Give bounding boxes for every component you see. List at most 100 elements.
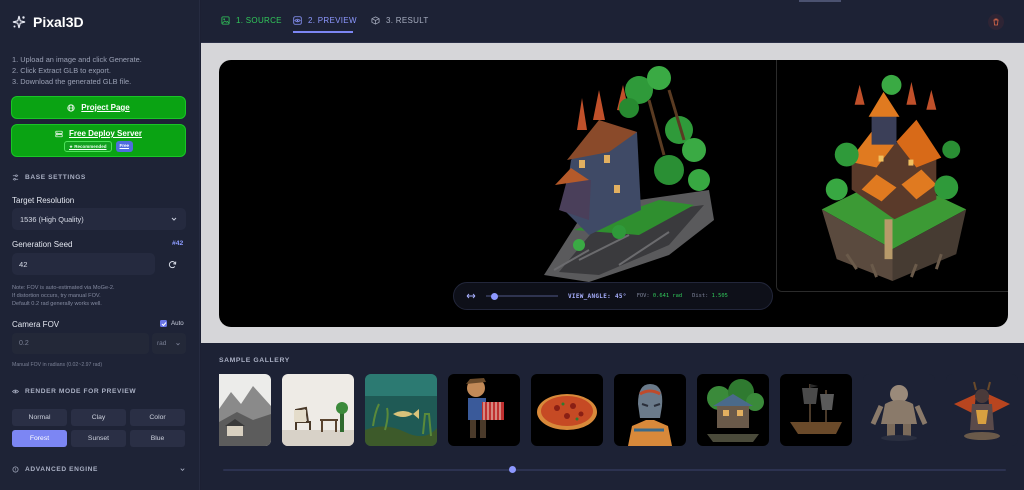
tab-source-label: 1. SOURCE	[236, 16, 282, 25]
cpu-icon	[12, 466, 19, 473]
check-icon	[161, 321, 166, 326]
cube-icon	[371, 16, 380, 25]
chevron-down-icon	[176, 342, 180, 345]
camera-fov-input[interactable]: 0.2	[12, 333, 149, 354]
deploy-server-label: Free Deploy Server	[69, 129, 142, 138]
fov-readout: FOV: 0.641 rad	[637, 293, 682, 299]
recommended-badge: ★ Recommended	[63, 141, 112, 152]
render-mode-color-button[interactable]: Color	[130, 409, 185, 426]
gallery-item-accordion-player[interactable]	[448, 374, 520, 446]
gallery-item-dragon-knight[interactable]	[946, 374, 1018, 446]
globe-icon	[67, 103, 75, 112]
3d-model-render[interactable]	[519, 60, 759, 285]
tab-source[interactable]: 1. SOURCE	[221, 16, 282, 25]
render-mode-forest-button[interactable]: Forest	[12, 430, 67, 447]
target-resolution-select[interactable]: 1536 (High Quality)	[12, 208, 186, 230]
base-settings-title: BASE SETTINGS	[25, 174, 86, 181]
reference-image	[776, 60, 1008, 292]
render-mode-blue-button[interactable]: Blue	[130, 430, 185, 447]
trash-icon	[993, 18, 999, 26]
3d-viewer[interactable]: VIEW_ANGLE: 45° FOV: 0.641 rad Dist: 1.5…	[219, 60, 1008, 327]
dragon-knight-thumbnail	[946, 374, 1018, 446]
randomize-seed-button[interactable]	[164, 256, 180, 272]
image-icon	[221, 16, 230, 25]
gallery-item-underwater-fish[interactable]	[365, 374, 437, 446]
sidebar: Pixal3D 1. Upload an image and click Gen…	[0, 0, 200, 490]
active-tab-underline	[293, 31, 353, 33]
sample-gallery-title: SAMPLE GALLERY	[219, 357, 290, 364]
expand-icon[interactable]	[466, 291, 476, 301]
auto-fov-checkbox[interactable]	[160, 320, 167, 327]
pirate-ship-thumbnail	[780, 374, 852, 446]
generation-seed-value: 42	[19, 259, 28, 269]
target-resolution-value: 1536 (High Quality)	[20, 214, 84, 224]
preview-stage: VIEW_ANGLE: 45° FOV: 0.641 rad Dist: 1.5…	[201, 43, 1024, 343]
sliders-icon	[12, 174, 19, 181]
render-mode-normal-button[interactable]: Normal	[12, 409, 67, 426]
fov-hint: Manual FOV in radians (0.02~2.97 rad)	[12, 362, 103, 368]
fov-note-line-2: If distortion occurs, try manual FOV.	[12, 293, 101, 299]
generation-seed-input[interactable]: 42	[12, 253, 155, 275]
gallery-item-stone-bust[interactable]	[614, 374, 686, 446]
project-page-label: Project Page	[81, 103, 130, 112]
gallery-item-yeti[interactable]	[863, 374, 935, 446]
tab-preview[interactable]: 2. PREVIEW	[293, 16, 357, 25]
render-mode-grid: Normal Clay Color Forest Sunset Blue	[12, 409, 186, 447]
view-angle-slider-knob[interactable]	[491, 292, 499, 300]
gallery-thumbnails	[219, 374, 1018, 446]
main-panel: 1. SOURCE 2. PREVIEW 3. RESULT VIEW_ANGL…	[201, 0, 1024, 490]
fov-note-line-1: Note: FOV is auto-estimated via MoGe-2.	[12, 285, 115, 291]
gallery-item-pirate-ship[interactable]	[780, 374, 852, 446]
free-deploy-server-button[interactable]: Free Deploy Server ★ Recommended Free	[11, 124, 186, 157]
pizza-thumbnail	[531, 374, 603, 446]
advanced-engine-accordion[interactable]: ADVANCED ENGINE	[12, 466, 186, 473]
fov-unit-value: rad	[157, 340, 167, 347]
gallery-scrollbar-thumb[interactable]	[509, 466, 517, 473]
camera-fov-placeholder: 0.2	[19, 340, 29, 347]
yeti-thumbnail	[863, 374, 935, 446]
fov-unit-select[interactable]: rad	[152, 333, 186, 354]
render-mode-sunset-button[interactable]: Sunset	[71, 430, 126, 447]
gallery-scrollbar[interactable]	[223, 469, 1006, 471]
generation-seed-label: Generation Seed	[12, 240, 73, 249]
render-mode-title: RENDER MODE FOR PREVIEW	[25, 388, 137, 395]
chair-room-thumbnail	[282, 374, 354, 446]
gallery-item-pizza[interactable]	[531, 374, 603, 446]
gallery-item-ink-landscape[interactable]	[219, 374, 271, 446]
sample-gallery: SAMPLE GALLERY	[201, 343, 1024, 490]
treehouse-thumbnail	[697, 374, 769, 446]
camera-fov-label: Camera FOV	[12, 320, 60, 329]
auto-fov-toggle[interactable]: Auto	[160, 320, 184, 327]
refresh-icon	[168, 260, 176, 268]
view-angle-slider[interactable]	[486, 292, 558, 300]
gallery-item-chair-room[interactable]	[282, 374, 354, 446]
dist-readout: Dist: 1.505	[692, 293, 728, 299]
ink-landscape-thumbnail	[219, 374, 271, 446]
render-mode-clay-button[interactable]: Clay	[71, 409, 126, 426]
brand: Pixal3D	[12, 14, 84, 30]
fov-note: Note: FOV is auto-estimated via MoGe-2. …	[12, 284, 115, 308]
project-page-button[interactable]: Project Page	[11, 96, 186, 119]
dist-readout-value: 1.505	[711, 293, 728, 299]
base-settings-header: BASE SETTINGS	[12, 174, 86, 181]
fov-readout-value: 0.641 rad	[652, 293, 683, 299]
render-mode-header: RENDER MODE FOR PREVIEW	[12, 388, 136, 395]
preview-eye-icon	[293, 16, 302, 25]
tab-result-label: 3. RESULT	[386, 16, 429, 25]
instruction-step-1: 1. Upload an image and click Generate.	[12, 55, 142, 64]
auto-label: Auto	[171, 320, 184, 327]
accordion-player-thumbnail	[448, 374, 520, 446]
clear-button[interactable]	[988, 14, 1004, 30]
instructions: 1. Upload an image and click Generate. 2…	[12, 54, 142, 87]
stone-bust-thumbnail	[614, 374, 686, 446]
instruction-step-3: 3. Download the generated GLB file.	[12, 77, 132, 86]
seed-tag: #42	[172, 240, 184, 247]
target-resolution-label: Target Resolution	[12, 196, 75, 205]
dist-readout-prefix: Dist:	[692, 293, 709, 299]
instruction-step-2: 2. Click Extract GLB to export.	[12, 66, 111, 75]
tab-result[interactable]: 3. RESULT	[371, 16, 429, 25]
app-name: Pixal3D	[33, 14, 84, 30]
gallery-item-treehouse[interactable]	[697, 374, 769, 446]
chevron-down-icon	[180, 468, 185, 471]
camera-fov-row: 0.2 rad	[12, 333, 186, 354]
